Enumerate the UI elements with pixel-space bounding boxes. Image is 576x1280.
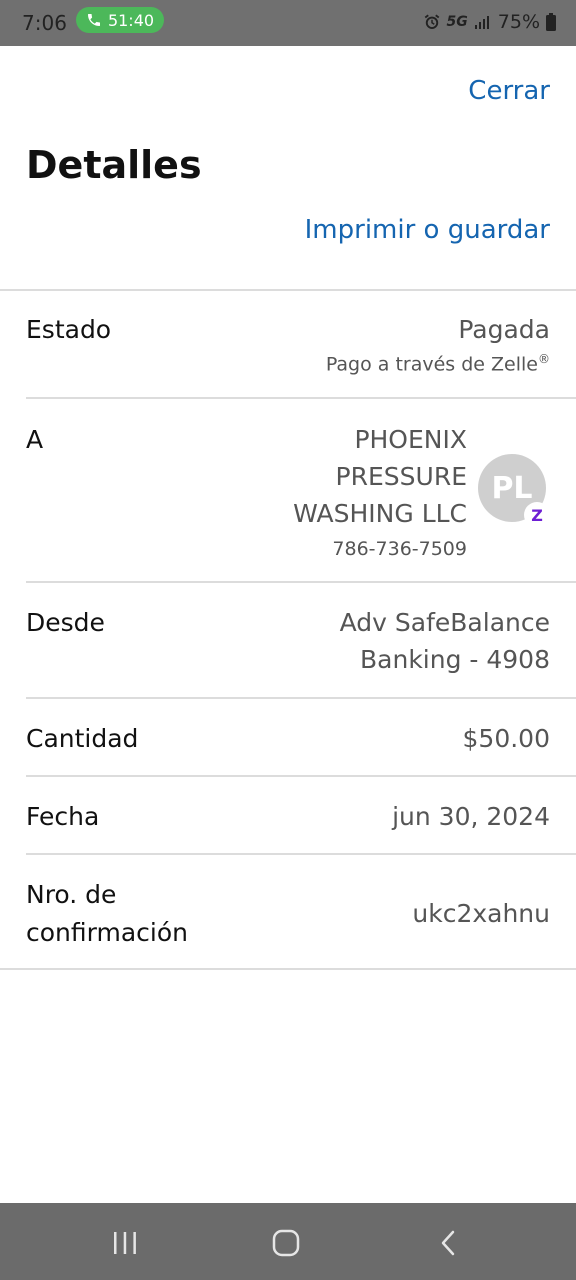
avatar-initials: PL (491, 470, 533, 506)
divider (26, 775, 576, 777)
home-button[interactable] (264, 1221, 308, 1265)
divider (26, 397, 576, 399)
recipient-label: A (26, 425, 44, 454)
payment-method-text: Pago a través de Zelle (325, 353, 538, 376)
recipient-name-line: WASHING LLC (293, 499, 467, 528)
recipient-name: PHOENIX PRESSURE WASHING LLC (293, 421, 467, 532)
from-label: Desde (26, 608, 105, 637)
status-value: Pagada (458, 315, 550, 344)
ongoing-call-pill[interactable]: 51:40 (76, 7, 164, 33)
confirmation-label-line: Nro. de (26, 880, 117, 909)
confirmation-label-line: confirmación (26, 918, 188, 947)
date-label: Fecha (26, 802, 100, 831)
status-time: 7:06 (22, 11, 67, 35)
alarm-icon (424, 14, 439, 29)
divider (26, 853, 576, 855)
network-type: 5G (446, 14, 468, 30)
recent-apps-icon (114, 1232, 136, 1254)
recipient-name-line: PRESSURE (335, 462, 467, 491)
registered-mark: ® (538, 352, 550, 366)
back-icon (441, 1230, 455, 1256)
system-nav-bar (0, 1203, 576, 1280)
amount-label: Cantidad (26, 724, 139, 753)
payment-method-note: Pago a través de Zelle® (326, 352, 550, 375)
divider (0, 289, 576, 291)
divider (26, 697, 576, 699)
confirmation-number: ukc2xahnu (412, 899, 550, 928)
zelle-badge-icon: Z (524, 502, 550, 528)
battery-icon (546, 13, 556, 31)
divider (0, 968, 576, 970)
recipient-phone: 786-736-7509 (332, 538, 467, 560)
from-account-line: Banking - 4908 (360, 645, 550, 674)
home-icon (272, 1229, 300, 1257)
back-button[interactable] (426, 1221, 470, 1265)
call-timer: 51:40 (107, 10, 155, 30)
page-title: Detalles (26, 143, 202, 187)
from-account-line: Adv SafeBalance (339, 608, 550, 637)
from-account: Adv SafeBalance Banking - 4908 (340, 604, 550, 678)
divider (26, 581, 576, 583)
close-button[interactable]: Cerrar (468, 76, 550, 106)
recipient-name-line: PHOENIX (354, 425, 467, 454)
confirmation-label: Nro. de confirmación (26, 876, 188, 952)
battery-percent: 75% (497, 11, 540, 33)
date-value: jun 30, 2024 (392, 802, 550, 831)
print-or-save-button[interactable]: Imprimir o guardar (305, 215, 550, 245)
status-bar: 7:06 51:40 5G 75% (0, 0, 576, 46)
amount-value: $50.00 (462, 724, 550, 753)
signal-icon (474, 16, 489, 29)
phone-icon (87, 14, 100, 26)
zelle-badge-letter: Z (531, 505, 543, 525)
recent-apps-button[interactable] (103, 1221, 147, 1265)
status-icons: 5G 75% (423, 11, 556, 33)
status-label: Estado (26, 315, 112, 344)
